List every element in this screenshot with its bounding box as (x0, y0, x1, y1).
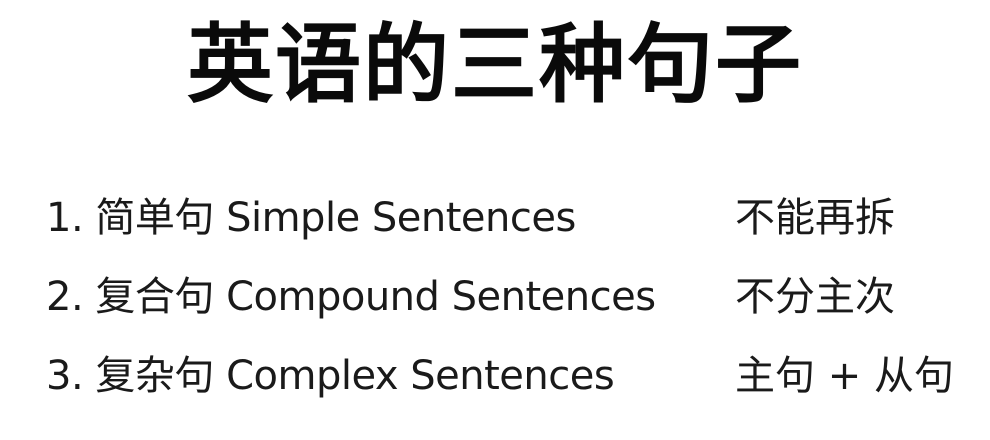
list-item: 2. 复合句 Compound Sentences 不分主次 (0, 267, 990, 327)
sentence-type-note: 不能再拆 (735, 195, 895, 241)
sentence-type-label: 3. 复杂句 Complex Sentences (46, 353, 615, 399)
page-title: 英语的三种句子 (187, 14, 803, 115)
list-item: 3. 复杂句 Complex Sentences 主句 + 从句 (0, 346, 990, 406)
slide: 英语的三种句子 1. 简单句 Simple Sentences 不能再拆 2. … (0, 0, 990, 440)
sentence-type-note: 不分主次 (735, 274, 895, 320)
list-item: 1. 简单句 Simple Sentences 不能再拆 (0, 188, 990, 248)
sentence-type-label: 1. 简单句 Simple Sentences (46, 195, 576, 241)
sentence-type-note: 主句 + 从句 (735, 353, 954, 399)
sentence-type-label: 2. 复合句 Compound Sentences (46, 274, 656, 320)
